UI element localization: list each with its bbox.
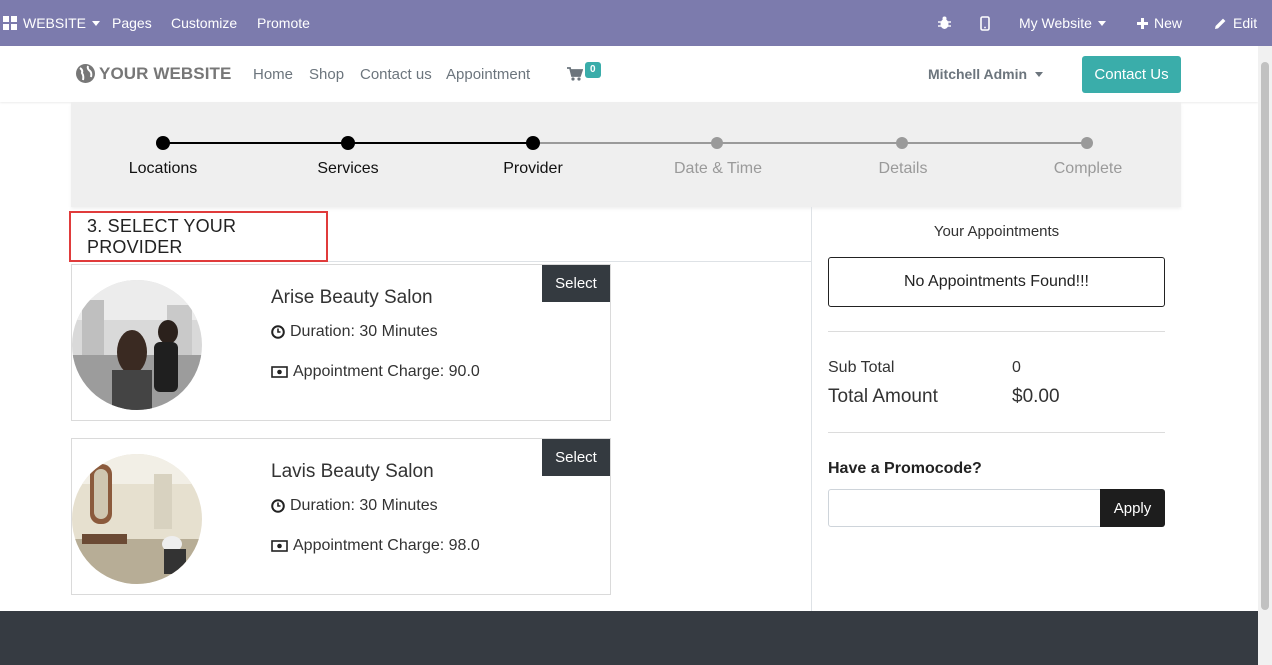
subtotal-value: 0 — [1012, 359, 1021, 376]
step-label-details: Details — [878, 160, 928, 177]
new-button[interactable]: New — [1137, 0, 1182, 46]
site-footer — [0, 611, 1258, 665]
step-dot-provider — [526, 136, 540, 150]
bug-icon — [938, 16, 951, 30]
step-dot-locations — [156, 136, 170, 150]
total-value: $0.00 — [1012, 386, 1060, 407]
divider — [828, 432, 1165, 433]
subtotal-label: Sub Total — [828, 359, 895, 376]
site-logo[interactable]: YOUR WEBSITE — [75, 63, 232, 84]
provider-charge: Appointment Charge: 98.0 — [271, 537, 480, 555]
step-label-provider: Provider — [503, 160, 563, 177]
scrollbar[interactable] — [1258, 46, 1272, 665]
step-label-date-time: Date & Time — [673, 160, 763, 177]
apps-label: WEBSITE — [23, 15, 87, 31]
select-provider-button[interactable]: Select — [542, 265, 610, 302]
menu-promote[interactable]: Promote — [257, 0, 310, 46]
nav-contact-us[interactable]: Contact us — [360, 66, 432, 83]
nav-appointment[interactable]: Appointment — [446, 66, 530, 83]
step-dot-services — [341, 136, 355, 150]
promocode-title: Have a Promocode? — [828, 460, 982, 477]
empty-appointments-box: No Appointments Found!!! — [828, 257, 1165, 307]
divider — [328, 261, 812, 262]
step-dot-date-time — [711, 137, 723, 149]
user-menu[interactable]: Mitchell Admin — [928, 66, 1044, 82]
step-dot-complete — [1081, 137, 1093, 149]
progress-track-todo — [533, 142, 1088, 144]
menu-pages[interactable]: Pages — [112, 0, 152, 46]
scrollbar-thumb[interactable] — [1261, 62, 1269, 610]
divider — [828, 331, 1165, 332]
provider-duration: Duration: 30 Minutes — [271, 323, 438, 341]
grid-icon — [3, 16, 17, 30]
provider-card: Lavis Beauty Salon Duration: 30 Minutes … — [71, 438, 611, 595]
money-icon — [271, 540, 288, 552]
pencil-icon — [1214, 17, 1227, 30]
logo-text: YOUR WEBSITE — [99, 63, 232, 83]
provider-name: Lavis Beauty Salon — [271, 461, 434, 482]
provider-card: Arise Beauty Salon Duration: 30 Minutes … — [71, 264, 611, 421]
provider-duration: Duration: 30 Minutes — [271, 497, 438, 515]
edit-button[interactable]: Edit — [1214, 0, 1257, 46]
promocode-input[interactable] — [828, 489, 1101, 527]
step-dot-details — [896, 137, 908, 149]
caret-down-icon — [92, 20, 101, 26]
provider-photo — [72, 280, 202, 410]
provider-photo — [72, 454, 202, 584]
apps-menu[interactable]: WEBSITE — [3, 0, 101, 46]
step-label-locations: Locations — [128, 160, 198, 177]
cart-icon — [567, 67, 583, 81]
booking-progress: Locations Services Provider Date & Time … — [71, 102, 1181, 207]
mobile-preview-button[interactable] — [980, 0, 990, 46]
step-label-services: Services — [317, 160, 379, 177]
menu-customize[interactable]: Customize — [171, 0, 237, 46]
money-icon — [271, 366, 288, 378]
total-label: Total Amount — [828, 386, 938, 407]
admin-bar: WEBSITE Pages Customize Promote My Websi… — [0, 0, 1272, 46]
apply-promocode-button[interactable]: Apply — [1100, 489, 1165, 527]
debug-button[interactable] — [938, 0, 951, 46]
website-selector[interactable]: My Website — [1019, 0, 1106, 46]
caret-down-icon — [1097, 20, 1106, 26]
page-title: 3. SELECT YOUR PROVIDER — [69, 211, 328, 262]
provider-charge: Appointment Charge: 90.0 — [271, 363, 480, 381]
clock-icon — [271, 325, 285, 339]
select-provider-button[interactable]: Select — [542, 439, 610, 476]
clock-icon — [271, 499, 285, 513]
nav-home[interactable]: Home — [253, 66, 293, 83]
provider-name: Arise Beauty Salon — [271, 287, 433, 308]
appointments-title: Your Appointments — [933, 223, 1060, 240]
site-header: YOUR WEBSITE Home Shop Contact us Appoin… — [0, 46, 1258, 102]
globe-icon — [75, 63, 96, 84]
divider — [811, 207, 812, 611]
cart-count-badge: 0 — [585, 62, 601, 78]
empty-message: No Appointments Found!!! — [904, 273, 1089, 290]
nav-shop[interactable]: Shop — [309, 66, 344, 83]
plus-icon — [1137, 17, 1148, 29]
step-label-complete: Complete — [1053, 160, 1123, 177]
contact-us-button[interactable]: Contact Us — [1082, 56, 1181, 93]
caret-down-icon — [1035, 71, 1044, 77]
mobile-icon — [980, 15, 990, 31]
